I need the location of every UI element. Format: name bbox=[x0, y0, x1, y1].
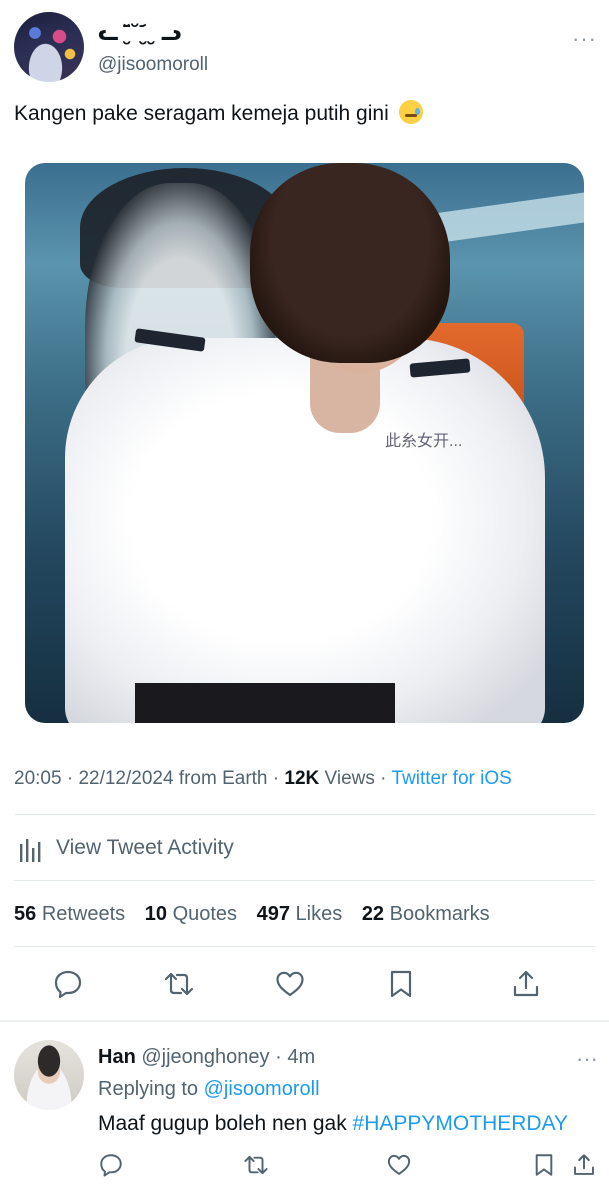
tweet-source-link[interactable]: Twitter for iOS bbox=[391, 768, 511, 789]
tweet-text-content: Kangen pake seragam kemeja putih gini bbox=[14, 102, 389, 125]
likes-count: 497 bbox=[256, 903, 290, 925]
reply-hashtag[interactable]: #HAPPYMOTHERDAY bbox=[353, 1112, 569, 1135]
retweet-icon[interactable] bbox=[163, 968, 195, 1000]
photo-watermark: 此糸女开... bbox=[385, 433, 463, 450]
tweet-stats: 56 Retweets 10 Quotes 497 Likes 22 Bookm… bbox=[14, 903, 504, 926]
reply-author-avatar[interactable] bbox=[14, 1040, 84, 1110]
analytics-icon[interactable] bbox=[19, 836, 45, 862]
divider bbox=[14, 814, 595, 815]
tweet-time[interactable]: 20:05 bbox=[14, 768, 62, 789]
divider bbox=[14, 880, 595, 881]
reply-header: Han @jjeonghoney · 4m bbox=[98, 1046, 316, 1068]
reply-text-content: Maaf gugup boleh nen gak bbox=[98, 1112, 347, 1135]
more-options-icon[interactable]: ··· bbox=[572, 26, 597, 52]
author-handle[interactable]: @jisoomoroll bbox=[98, 54, 208, 76]
views-label: Views bbox=[324, 768, 375, 789]
tweet-meta: 20:05 · 22/12/2024 from Earth · 12K View… bbox=[14, 768, 512, 789]
likes-stat[interactable]: 497 Likes bbox=[257, 903, 343, 925]
section-separator bbox=[0, 1020, 609, 1022]
tweet-text: Kangen pake seragam kemeja putih gini bbox=[14, 100, 423, 126]
tweet-photo[interactable]: 此糸女开... bbox=[25, 163, 584, 723]
replying-to-prefix: Replying to bbox=[98, 1078, 199, 1100]
bookmarks-label: Bookmarks bbox=[389, 903, 490, 925]
photo-pants bbox=[135, 683, 395, 723]
retweets-stat[interactable]: 56 Retweets bbox=[14, 903, 125, 925]
quotes-count: 10 bbox=[144, 903, 167, 925]
reply-bookmark-icon[interactable] bbox=[531, 1152, 557, 1178]
reply-more-options-icon[interactable]: ··· bbox=[576, 1046, 598, 1072]
reply-like-icon[interactable] bbox=[386, 1152, 412, 1178]
reply-reply-icon[interactable] bbox=[98, 1152, 124, 1178]
bookmarks-count: 22 bbox=[361, 903, 385, 925]
replying-to: Replying to @jisoomoroll bbox=[98, 1078, 320, 1101]
likes-label: Likes bbox=[295, 903, 343, 925]
author-avatar[interactable] bbox=[14, 12, 84, 82]
reply-time: 4m bbox=[287, 1046, 316, 1068]
reply-retweet-icon[interactable] bbox=[243, 1152, 269, 1178]
reply-icon[interactable] bbox=[52, 968, 84, 1000]
replying-to-mention[interactable]: @jisoomoroll bbox=[204, 1078, 320, 1100]
quotes-stat[interactable]: 10 Quotes bbox=[145, 903, 237, 925]
reply-author-name[interactable]: Han bbox=[98, 1046, 136, 1068]
like-icon[interactable] bbox=[274, 968, 306, 1000]
tweet-date[interactable]: 22/12/2024 bbox=[78, 768, 173, 789]
tweet-location: from Earth bbox=[178, 768, 268, 789]
author-display-name[interactable]: ᓚ ̮᷄᷅ ̆ ̮᷄ ̮ ᓗ bbox=[98, 20, 184, 46]
reply-text: Maaf gugup boleh nen gak #HAPPYMOTHERDAY bbox=[98, 1112, 568, 1136]
divider bbox=[14, 946, 595, 947]
share-icon[interactable] bbox=[510, 968, 542, 1000]
photo-background-stripe bbox=[434, 192, 584, 244]
reply-author-handle[interactable]: @jjeonghoney bbox=[141, 1046, 269, 1068]
view-tweet-activity-link[interactable]: View Tweet Activity bbox=[56, 836, 234, 860]
quotes-label: Quotes bbox=[172, 903, 238, 925]
photo-hair bbox=[250, 163, 450, 363]
face-holding-back-tears-icon bbox=[398, 100, 423, 124]
photo-white-shirt bbox=[65, 338, 545, 723]
retweets-label: Retweets bbox=[41, 903, 126, 925]
reply-share-icon[interactable] bbox=[571, 1152, 597, 1178]
retweets-count: 56 bbox=[14, 903, 37, 925]
bookmark-icon[interactable] bbox=[385, 968, 417, 1000]
bookmarks-stat[interactable]: 22 Bookmarks bbox=[362, 903, 490, 925]
views-count: 12K bbox=[284, 768, 320, 789]
